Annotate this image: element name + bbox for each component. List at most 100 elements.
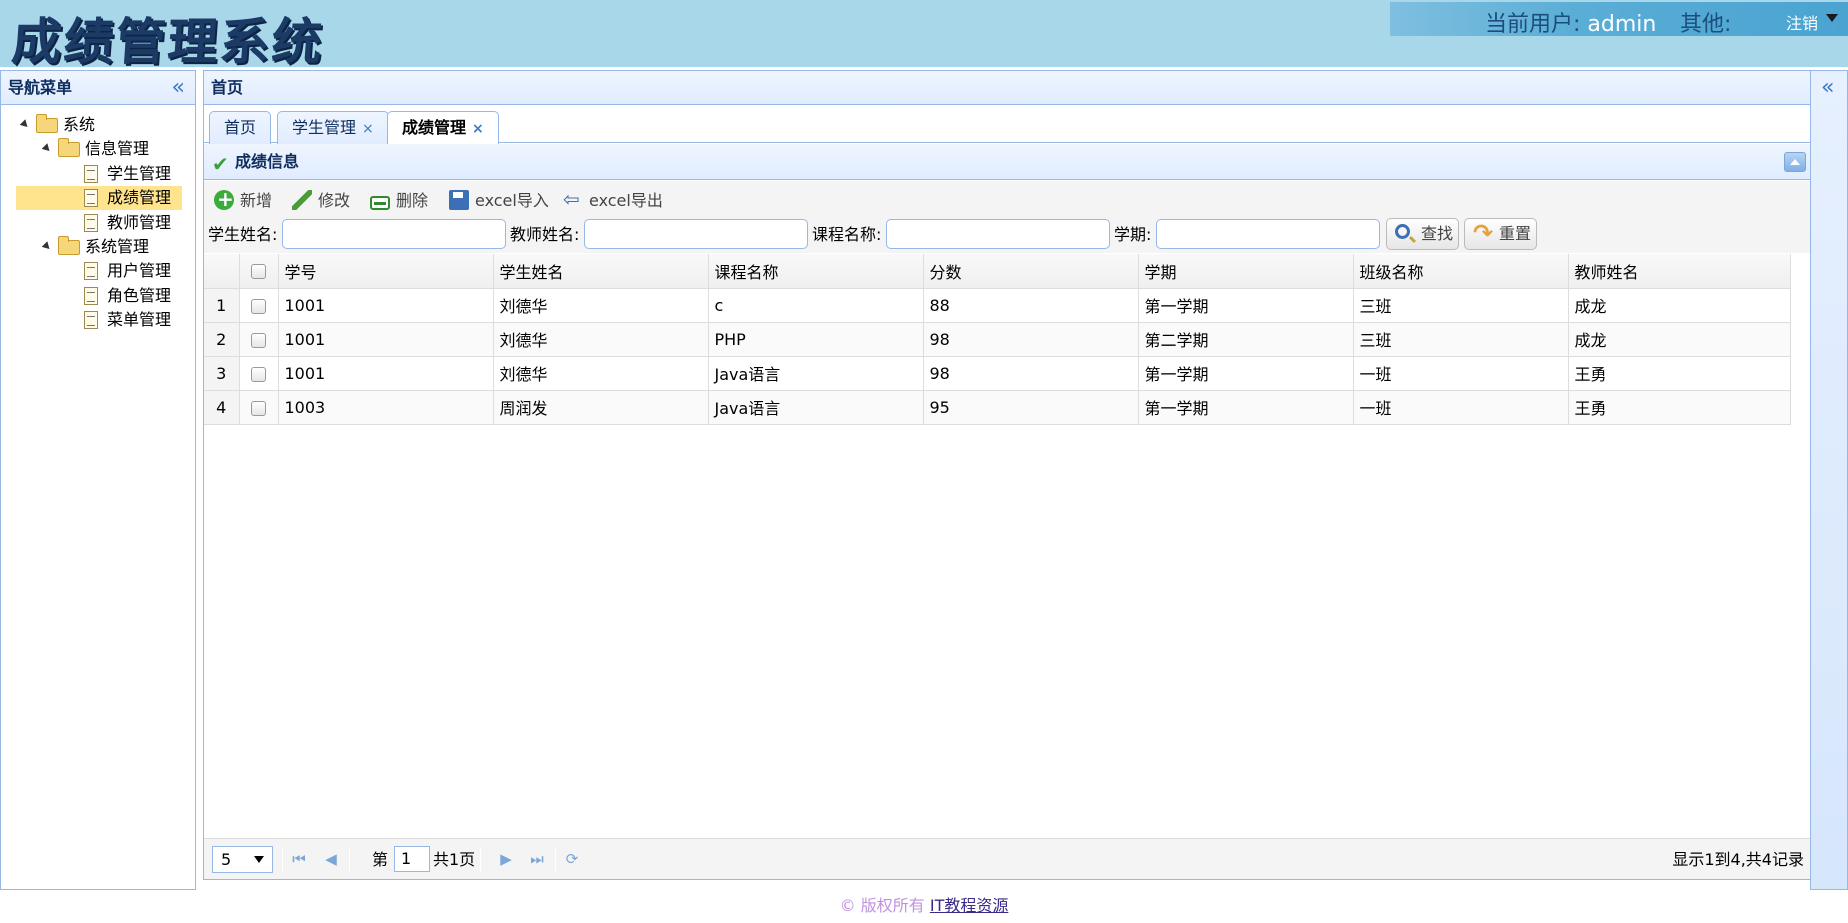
folder-icon: [36, 114, 58, 133]
divider: [480, 847, 481, 873]
excel-export-button[interactable]: excel导出: [563, 186, 663, 214]
first-page-icon[interactable]: ⏮: [288, 848, 310, 870]
panel-title: 成绩信息: [235, 152, 300, 171]
row-number: 2: [204, 322, 240, 357]
tab-student-management[interactable]: 学生管理 ×: [277, 111, 389, 144]
table-cell: 周润发: [493, 390, 709, 425]
delete-button[interactable]: 删除: [370, 188, 428, 214]
column-header[interactable]: 学期: [1138, 254, 1354, 289]
row-checkbox[interactable]: [251, 332, 266, 348]
grid-header-row: 学号 学生姓名 课程名称 分数 学期 班级名称 教师姓名: [204, 254, 1791, 289]
last-page-icon[interactable]: ⏭: [526, 848, 548, 870]
nav-tree-label: 学生管理: [107, 163, 172, 183]
tab-home[interactable]: 首页: [209, 111, 272, 144]
edit-button[interactable]: 修改: [292, 188, 350, 214]
row-checkbox[interactable]: [251, 400, 266, 416]
pagination-bar: 5 ⏮ ◀ 第 1 共1页 ▶ ⏭ ⟳ 显示1到4,共4记录: [204, 838, 1810, 879]
excel-import-button[interactable]: excel导入: [449, 188, 549, 214]
divider: [282, 847, 283, 873]
row-checkbox-cell[interactable]: [239, 288, 279, 323]
delete-label: 删除: [396, 191, 429, 210]
nav-tree-label: 系统管理: [85, 236, 150, 256]
close-icon[interactable]: ×: [472, 121, 484, 137]
row-number: 1: [204, 288, 240, 323]
collapse-left-icon[interactable]: «: [172, 71, 185, 105]
table-cell: 刘德华: [493, 322, 709, 357]
nav-tree-label: 信息管理: [85, 139, 150, 159]
tab-score-management[interactable]: 成绩管理 ×: [387, 111, 499, 145]
column-header[interactable]: 课程名称: [708, 254, 924, 289]
add-button[interactable]: 新增: [214, 186, 273, 214]
nav-tree-item[interactable]: 系统: [1, 113, 195, 137]
student-name-input[interactable]: [282, 219, 506, 249]
divider: [555, 847, 556, 873]
expand-arrow-icon[interactable]: [19, 119, 31, 130]
page-number-input[interactable]: 1: [394, 846, 430, 872]
next-page-icon[interactable]: ▶: [495, 848, 517, 870]
east-panel[interactable]: «: [1810, 70, 1848, 890]
row-checkbox-cell[interactable]: [239, 322, 279, 357]
reset-button[interactable]: 重置: [1464, 218, 1537, 250]
term-input[interactable]: [1156, 219, 1380, 249]
logout-link[interactable]: 注销: [1786, 10, 1818, 34]
table-cell: c: [708, 288, 924, 323]
nav-tree-item[interactable]: 用户管理: [1, 259, 195, 283]
nav-tree-item[interactable]: 学生管理: [1, 162, 195, 186]
nav-tree-item[interactable]: 角色管理: [1, 284, 195, 308]
other-label: 其他:: [1680, 12, 1732, 37]
nav-tree-item[interactable]: 菜单管理: [1, 308, 195, 332]
table-row[interactable]: 1 1001 刘德华 c 88 第一学期 三班 成龙: [204, 288, 1791, 323]
row-checkbox[interactable]: [251, 298, 266, 314]
table-row[interactable]: 4 1003 周润发 Java语言 95 第一学期 一班 王勇: [204, 390, 1791, 425]
nav-tree-item[interactable]: 教师管理: [1, 211, 195, 235]
delete-icon: [370, 196, 390, 210]
collapse-up-icon[interactable]: [1784, 152, 1806, 172]
table-row[interactable]: 3 1001 刘德华 Java语言 98 第一学期 一班 王勇: [204, 356, 1791, 391]
footer-link[interactable]: IT教程资源: [930, 896, 1009, 915]
close-icon[interactable]: ×: [362, 121, 374, 137]
refresh-icon[interactable]: ⟳: [561, 848, 583, 870]
table-cell: 第一学期: [1138, 356, 1354, 391]
score-grid: 学号 学生姓名 课程名称 分数 学期 班级名称 教师姓名 1 1001 刘德华 c 88…: [204, 254, 1791, 425]
column-header[interactable]: 学号: [278, 254, 494, 289]
file-icon: [84, 213, 98, 232]
table-row[interactable]: 2 1001 刘德华 PHP 98 第二学期 三班 成龙: [204, 322, 1791, 357]
column-header[interactable]: 班级名称: [1353, 254, 1569, 289]
toolbar: 新增 修改 删除 excel导入 excel导出 学生姓名: 教师姓名: 课程名…: [204, 181, 1810, 253]
table-cell: 一班: [1353, 356, 1569, 391]
nav-tree-label: 用户管理: [107, 261, 172, 281]
row-checkbox-cell[interactable]: [239, 356, 279, 391]
column-header[interactable]: 教师姓名: [1568, 254, 1791, 289]
table-cell: 第二学期: [1138, 322, 1354, 357]
column-header[interactable]: 学生姓名: [493, 254, 709, 289]
center-panel: 首页 首页 学生管理 × 成绩管理 × ✔ 成绩信息 新增 修改 删除 excel导…: [203, 70, 1811, 880]
nav-tree-item[interactable]: 成绩管理: [1, 186, 195, 211]
row-checkbox[interactable]: [251, 366, 266, 382]
column-header[interactable]: 分数: [923, 254, 1139, 289]
course-name-input[interactable]: [886, 219, 1110, 249]
copyright-text: © 版权所有: [839, 896, 925, 915]
prev-page-icon[interactable]: ◀: [320, 848, 342, 870]
nav-tree-item[interactable]: 信息管理: [1, 137, 195, 161]
nav-panel-header: 导航菜单 «: [1, 71, 195, 105]
expand-arrow-icon[interactable]: [41, 241, 53, 252]
teacher-name-input[interactable]: [584, 219, 808, 249]
add-label: 新增: [240, 191, 273, 210]
row-checkbox-cell[interactable]: [239, 390, 279, 425]
teacher-name-label: 教师姓名:: [510, 225, 580, 244]
checkbox[interactable]: [251, 264, 266, 280]
expand-icon[interactable]: «: [1821, 75, 1834, 100]
file-icon: [84, 311, 98, 330]
page-size-select[interactable]: 5: [212, 846, 273, 873]
reset-icon: [1473, 218, 1493, 248]
table-cell: 第一学期: [1138, 390, 1354, 425]
select-all-checkbox[interactable]: [239, 254, 279, 289]
search-icon: [1395, 224, 1410, 239]
expand-arrow-icon[interactable]: [41, 143, 53, 155]
chevron-down-icon[interactable]: [1826, 14, 1838, 22]
nav-tree-item[interactable]: 系统管理: [1, 235, 195, 259]
file-icon: [84, 164, 98, 183]
folder-icon: [58, 138, 80, 158]
footer: © 版权所有 IT教程资源: [0, 892, 1848, 916]
find-button[interactable]: 查找: [1386, 218, 1459, 250]
